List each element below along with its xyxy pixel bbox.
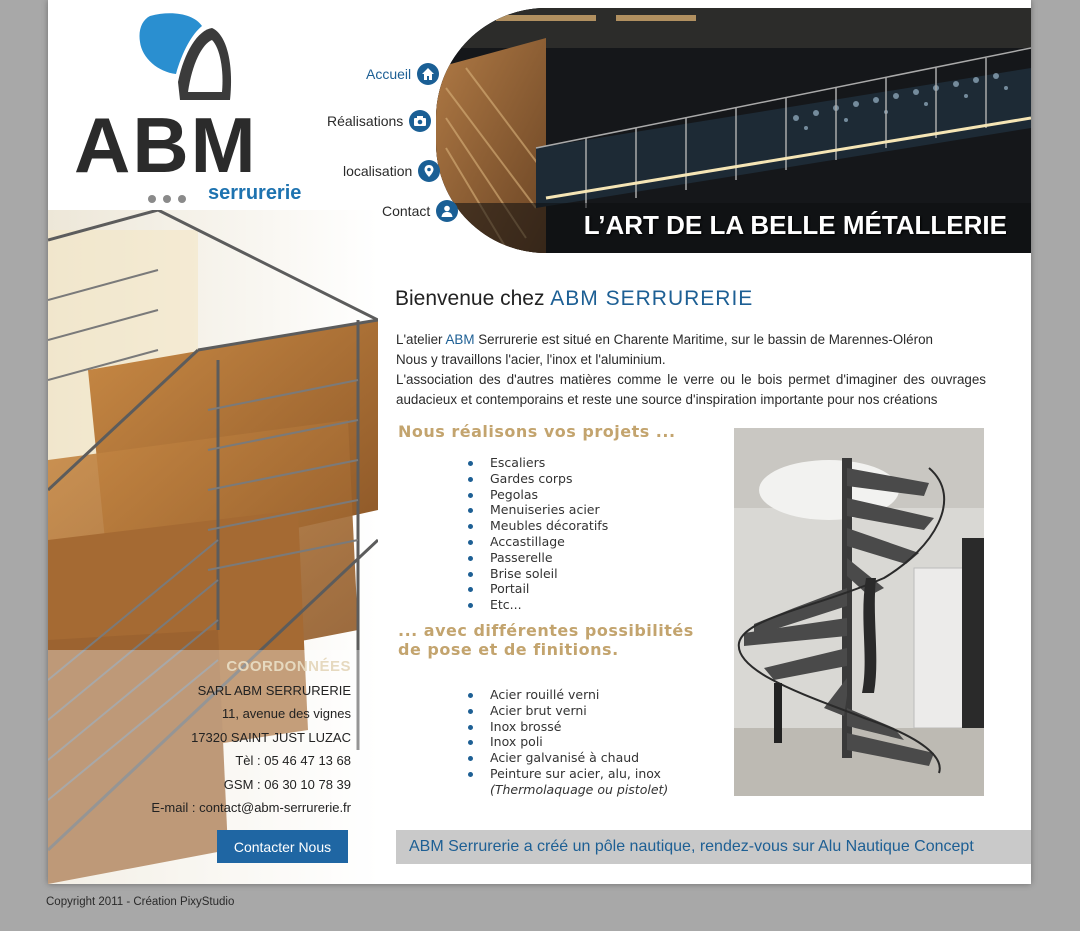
- finishes-note: (Thermolaquage ou pistolet): [490, 781, 669, 797]
- mobile-number: GSM : 06 30 10 78 39: [223, 776, 351, 792]
- list-item: Accastillage: [468, 534, 608, 550]
- phone-number: Tèl : 05 46 47 13 68: [235, 753, 351, 768]
- email-address[interactable]: E-mail : contact@abm-serrurerie.fr: [151, 796, 351, 820]
- user-icon: [436, 200, 459, 222]
- list-item: Brise soleil: [468, 566, 608, 582]
- nav-accueil-label: Accueil: [366, 66, 412, 82]
- nav-localisation[interactable]: localisation: [343, 160, 441, 182]
- page-title: Bienvenue chez ABM SERRURERIE: [395, 287, 753, 311]
- city-address: 17320 SAINT JUST LUZAC: [191, 729, 351, 745]
- list-item: Menuiseries acier: [468, 502, 608, 518]
- contact-details: COORDONNÉES SARL ABM SERRURERIE 11, aven…: [151, 655, 351, 820]
- list-item: Peinture sur acier, alu, inox: [468, 766, 668, 782]
- projects-list: Escaliers Gardes corps Pegolas Menuiseri…: [468, 455, 608, 613]
- nav-contact-label: Contact: [382, 203, 431, 219]
- logo-text: ABM: [74, 101, 258, 189]
- intro-text: L'atelier ABM Serrurerie est situé en Ch…: [396, 330, 986, 410]
- nav-contact[interactable]: Contact: [382, 200, 459, 222]
- copyright-text: Copyright 2011 - Création PixyStudio: [46, 896, 235, 908]
- nav-localisation-label: localisation: [343, 163, 413, 179]
- list-item: Passerelle: [468, 550, 608, 566]
- list-item: Etc...: [468, 597, 608, 613]
- list-item: Inox brossé: [468, 719, 668, 735]
- logo-subtitle: serrurerie: [208, 182, 302, 204]
- logo-dots: [148, 190, 193, 208]
- nav-realisations-label: Réalisations: [327, 113, 404, 129]
- street-address: 11, avenue des vignes: [221, 706, 351, 721]
- banner-title: L’ART DE LA BELLE MÉTALLERIE: [583, 210, 1007, 240]
- banner-image: L’ART DE LA BELLE MÉTALLERIE: [436, 8, 1031, 253]
- camera-icon: [409, 110, 432, 132]
- intro-text-part: Serrurerie est situé en Charente Maritim…: [474, 332, 933, 347]
- welcome-prefix: Bienvenue chez: [395, 287, 551, 310]
- page-container: ABM serrurerie L’ART DE LA BELLE MÉTALLE…: [48, 0, 1031, 884]
- list-item: Escaliers: [468, 455, 608, 471]
- intro-text-part: L'atelier: [396, 332, 446, 347]
- nautical-link-banner[interactable]: ABM Serrurerie a créé un pôle nautique, …: [396, 830, 1031, 864]
- welcome-brand: ABM SERRURERIE: [550, 287, 754, 310]
- list-item: Portail: [468, 581, 608, 597]
- intro-association: L'association des d'autres matières comm…: [396, 372, 986, 407]
- logo-emblem: [139, 13, 232, 100]
- list-item: Acier galvanisé à chaud: [468, 750, 668, 766]
- contact-us-button[interactable]: Contacter Nous: [217, 830, 348, 863]
- company-name: SARL ABM SERRURERIE: [197, 682, 351, 698]
- abm-logo[interactable]: ABM serrurerie: [62, 10, 322, 204]
- list-item: Gardes corps: [468, 471, 608, 487]
- spiral-staircase-photo: [734, 428, 984, 796]
- intro-materials: Nous y travaillons l'acier, l'inox et l'…: [396, 352, 666, 367]
- nav-realisations[interactable]: Réalisations: [327, 110, 432, 132]
- nav-accueil[interactable]: Accueil: [366, 63, 440, 85]
- list-item: Acier rouillé verni: [468, 687, 668, 703]
- list-item: Inox poli: [468, 734, 668, 750]
- projects-heading: Nous réalisons vos projets ...: [398, 422, 676, 441]
- list-item: Pegolas: [468, 487, 608, 503]
- finishes-heading: ... avec différentes possibilités de pos…: [398, 621, 694, 659]
- location-pin-icon: [418, 160, 441, 182]
- list-item: Meubles décoratifs: [468, 518, 608, 534]
- home-icon: [417, 63, 440, 85]
- coords-title: COORDONNÉES: [226, 658, 351, 675]
- finishes-list: Acier rouillé verni Acier brut verni Ino…: [468, 687, 668, 798]
- intro-brand: ABM: [445, 332, 475, 347]
- list-item: Acier brut verni: [468, 703, 668, 719]
